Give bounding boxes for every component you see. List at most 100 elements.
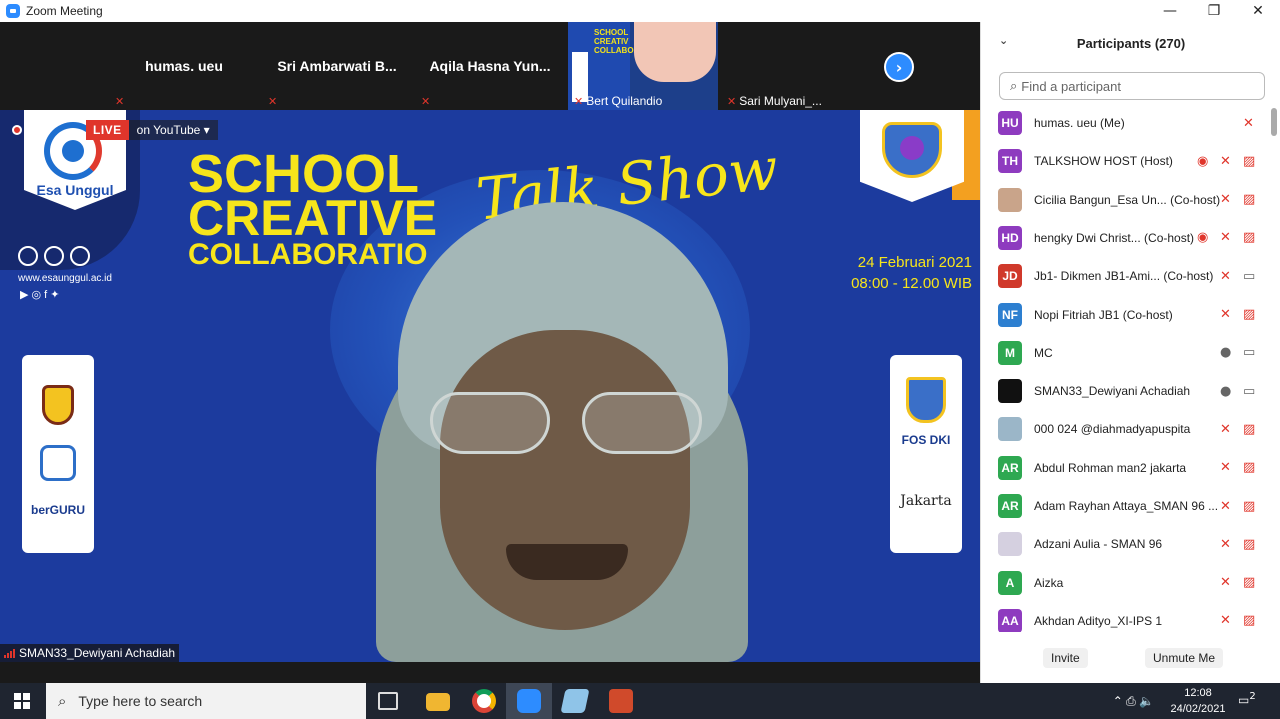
- signal-bars-icon: [4, 648, 15, 658]
- muted-mic-icon[interactable]: ✕: [1220, 307, 1231, 322]
- taskbar-clock[interactable]: 12:08 24/02/2021: [1168, 685, 1228, 717]
- gallery-tile[interactable]: Sri Ambarwati B... ✕: [262, 22, 412, 110]
- active-speaker-video: Esa Unggul LIVE on YouTube ▾ www.esaungg…: [0, 110, 980, 662]
- stream-platform[interactable]: on YouTube ▾: [128, 120, 218, 140]
- participant-name: Akhdan Adityo_XI-IPS 1: [1034, 613, 1163, 628]
- badge-icon: [44, 246, 64, 266]
- muted-mic-icon[interactable]: ✕: [1220, 269, 1231, 284]
- video-off-icon[interactable]: ▨: [1243, 230, 1255, 245]
- video-off-icon[interactable]: ▨: [1243, 537, 1255, 552]
- muted-mic-icon: ✕: [574, 94, 584, 108]
- participant-row[interactable]: Adzani Aulia - SMAN 96 ▨ ✕: [981, 525, 1271, 563]
- muted-mic-icon[interactable]: ✕: [1220, 154, 1231, 169]
- participant-row[interactable]: A Aizka ▨ ✕: [981, 564, 1271, 602]
- next-page-button[interactable]: ›: [884, 52, 914, 82]
- participant-row[interactable]: 000 024 @diahmadyapuspita ▨ ✕: [981, 410, 1271, 448]
- participant-row[interactable]: Cicilia Bangun_Esa Un... (Co-host) ▨ ✕: [981, 181, 1271, 219]
- panel-header: ⌄ Participants (270): [981, 22, 1280, 64]
- participant-row[interactable]: AR Abdul Rohman man2 jakarta ▨ ✕: [981, 449, 1271, 487]
- maximize-button[interactable]: ❐: [1192, 0, 1236, 22]
- video-on-icon[interactable]: ▭: [1243, 345, 1255, 360]
- participant-name: SMAN33_Dewiyani Achadiah: [1034, 384, 1191, 399]
- tile-name: Sri Ambarwati B...: [277, 58, 397, 74]
- system-tray[interactable]: ⌃ ⎙ 🔈: [1113, 683, 1154, 719]
- close-button[interactable]: ✕: [1236, 0, 1280, 22]
- live-indicator[interactable]: LIVE on YouTube ▾: [86, 120, 218, 140]
- title-bar: Zoom Meeting — ❐ ✕: [0, 0, 1280, 22]
- taskbar-search-box[interactable]: ⌕ Type here to search: [46, 683, 366, 719]
- muted-mic-icon[interactable]: ✕: [1220, 499, 1231, 514]
- person-face: [440, 330, 690, 630]
- video-off-icon[interactable]: ▨: [1243, 575, 1255, 590]
- video-on-icon[interactable]: ▭: [1243, 384, 1255, 399]
- avatar: [998, 379, 1022, 404]
- powerpoint-icon[interactable]: [609, 689, 633, 713]
- app-icon[interactable]: [560, 689, 590, 713]
- participant-row[interactable]: HU humas. ueu (Me) ✕: [981, 104, 1271, 142]
- video-off-icon[interactable]: ▨: [1243, 307, 1255, 322]
- participant-row[interactable]: JD Jb1- Dikmen JB1-Ami... (Co-host) ▭ ✕: [981, 257, 1271, 295]
- chrome-icon[interactable]: [472, 689, 496, 713]
- minimize-button[interactable]: —: [1148, 0, 1192, 22]
- person-glasses: [430, 392, 702, 462]
- scrollbar-thumb[interactable]: [1271, 108, 1277, 136]
- gallery-tile[interactable]: SCHOOL CREATIV COLLABORA ✕ Bert Quilandio: [568, 22, 718, 110]
- window-controls: — ❐ ✕: [1148, 0, 1280, 22]
- zoom-app-icon[interactable]: [517, 689, 541, 713]
- participant-name: Jb1- Dikmen JB1-Ami... (Co-host): [1034, 269, 1214, 284]
- muted-mic-icon[interactable]: ✕: [1220, 422, 1231, 437]
- muted-mic-icon[interactable]: ✕: [1220, 575, 1231, 590]
- video-off-icon[interactable]: ▨: [1243, 192, 1255, 207]
- muted-mic-icon[interactable]: ✕: [1220, 537, 1231, 552]
- notifications-icon[interactable]: ▭2: [1238, 691, 1260, 711]
- gallery-tile[interactable]: Aqila Hasna Yun... ✕: [415, 22, 565, 110]
- participant-name: hengky Dwi Christ... (Co-host): [1034, 230, 1195, 245]
- task-view-icon[interactable]: [378, 692, 398, 710]
- gallery-tile[interactable]: humas. ueu ✕: [109, 22, 259, 110]
- video-off-icon[interactable]: ▨: [1243, 154, 1255, 169]
- video-off-icon[interactable]: ▨: [1243, 613, 1255, 628]
- participant-name: Adam Rayhan Attaya_SMAN 96 ...: [1034, 499, 1219, 513]
- recording-icon[interactable]: ◉: [1197, 154, 1208, 169]
- headline-line-3: COLLABORATIO: [188, 238, 428, 271]
- recording-icon[interactable]: ◉: [1197, 230, 1208, 245]
- participant-row[interactable]: AA Akhdan Adityo_XI-IPS 1 ▨ ✕: [981, 602, 1271, 632]
- badge-icon: [70, 246, 90, 266]
- participant-scrollbar[interactable]: [1271, 104, 1277, 632]
- glasses-lens: [430, 392, 550, 454]
- participant-row[interactable]: TH TALKSHOW HOST (Host) ▨ ✕ ◉: [981, 142, 1271, 180]
- video-off-icon[interactable]: ▨: [1243, 422, 1255, 437]
- participant-row[interactable]: M MC ▭ ●: [981, 334, 1271, 372]
- event-date: 24 Februari 2021 08:00 - 12.00 WIB: [851, 252, 972, 294]
- invite-button[interactable]: Invite: [1043, 648, 1088, 668]
- mic-icon[interactable]: ●: [1220, 384, 1231, 399]
- panel-footer: Invite Unmute Me: [981, 644, 1280, 670]
- participant-row[interactable]: SMAN33_Dewiyani Achadiah ▭ ●: [981, 372, 1271, 410]
- start-button[interactable]: [0, 683, 44, 719]
- video-off-icon[interactable]: ▨: [1243, 499, 1255, 514]
- unmute-me-button[interactable]: Unmute Me: [1145, 648, 1224, 668]
- collapse-chevron-icon[interactable]: ⌄: [999, 34, 1008, 47]
- gallery-tile[interactable]: ✕ Sari Mulyani_...: [721, 22, 871, 110]
- partner-label: berGURU: [30, 503, 85, 517]
- search-icon: ⌕: [58, 692, 67, 710]
- participant-name: Adzani Aulia - SMAN 96: [1034, 537, 1163, 552]
- brand-name: Esa Unggul: [36, 182, 114, 198]
- clock-date: 24/02/2021: [1170, 703, 1226, 715]
- muted-mic-icon[interactable]: ✕: [1220, 230, 1231, 245]
- participant-name: MC: [1034, 345, 1053, 360]
- participant-row[interactable]: AR Adam Rayhan Attaya_SMAN 96 ... ▨ ✕: [981, 487, 1271, 525]
- participant-row[interactable]: HD hengky Dwi Christ... (Co-host) ▨ ✕ ◉: [981, 219, 1271, 257]
- participant-row[interactable]: NF Nopi Fitriah JB1 (Co-host) ▨ ✕: [981, 296, 1271, 334]
- muted-mic-icon[interactable]: ✕: [1220, 613, 1231, 628]
- headline-line-2: CREATIVE: [188, 190, 438, 246]
- muted-mic-icon[interactable]: ✕: [1220, 460, 1231, 475]
- muted-mic-icon[interactable]: ✕: [1220, 192, 1231, 207]
- video-on-icon[interactable]: ▭: [1243, 269, 1255, 284]
- participant-search-input[interactable]: ⌕ Find a participant: [999, 72, 1265, 100]
- event-headline: SCHOOL CREATIVE COLLABORATIO: [188, 147, 438, 271]
- mic-icon[interactable]: ●: [1220, 345, 1231, 360]
- video-off-icon[interactable]: ▨: [1243, 460, 1255, 475]
- file-explorer-icon[interactable]: [426, 693, 450, 711]
- muted-mic-icon[interactable]: ✕: [1243, 116, 1254, 131]
